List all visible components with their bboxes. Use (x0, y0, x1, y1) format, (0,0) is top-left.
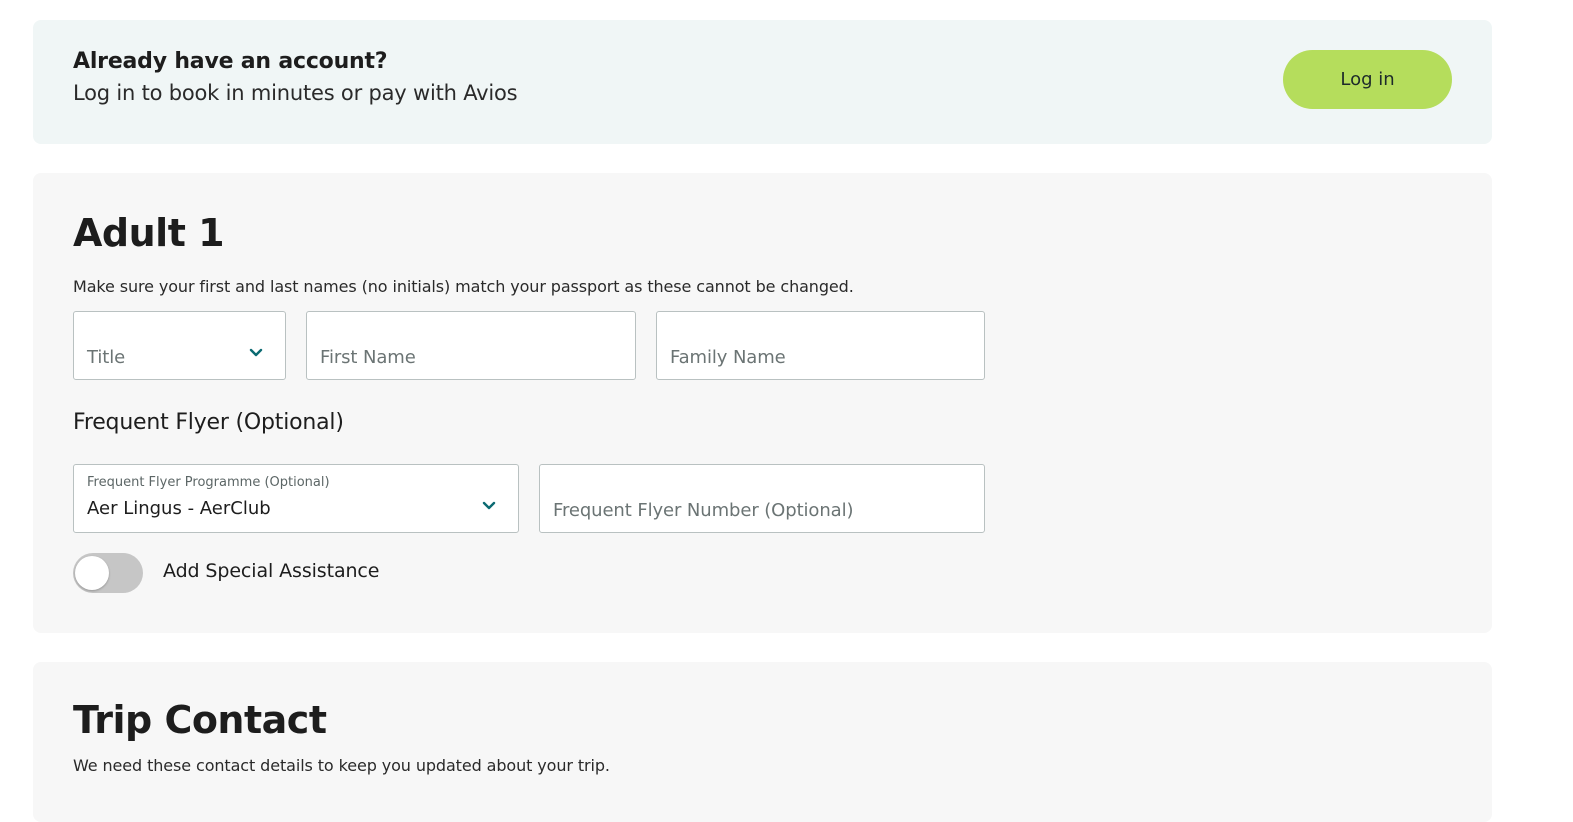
passport-name-note: Make sure your first and last names (no … (73, 277, 854, 296)
toggle-knob (75, 556, 109, 590)
adult-passenger-card: Adult 1 Make sure your first and last na… (33, 173, 1492, 633)
title-select[interactable]: Title (73, 311, 286, 380)
frequent-flyer-number-placeholder: Frequent Flyer Number (Optional) (553, 500, 854, 521)
first-name-placeholder: First Name (320, 347, 416, 368)
first-name-field[interactable]: First Name (306, 311, 636, 380)
title-select-placeholder: Title (87, 347, 126, 368)
adult-title: Adult 1 (73, 211, 225, 255)
frequent-flyer-heading: Frequent Flyer (Optional) (73, 410, 344, 435)
trip-contact-note: We need these contact details to keep yo… (73, 756, 610, 775)
chevron-down-icon (249, 348, 263, 357)
frequent-flyer-programme-select[interactable]: Frequent Flyer Programme (Optional) Aer … (73, 464, 519, 533)
special-assistance-label: Add Special Assistance (163, 560, 380, 582)
frequent-flyer-programme-value: Aer Lingus - AerClub (87, 498, 271, 519)
frequent-flyer-number-field[interactable]: Frequent Flyer Number (Optional) (539, 464, 985, 533)
chevron-down-icon (482, 501, 496, 510)
trip-contact-card: Trip Contact We need these contact detai… (33, 662, 1492, 822)
login-button[interactable]: Log in (1283, 50, 1452, 109)
login-banner: Already have an account? Log in to book … (33, 20, 1492, 144)
login-banner-subtext: Log in to book in minutes or pay with Av… (73, 81, 518, 105)
login-banner-heading: Already have an account? (73, 49, 388, 74)
trip-contact-title: Trip Contact (73, 698, 327, 742)
special-assistance-toggle[interactable] (73, 553, 143, 593)
frequent-flyer-programme-label: Frequent Flyer Programme (Optional) (87, 475, 330, 490)
family-name-placeholder: Family Name (670, 347, 786, 368)
family-name-field[interactable]: Family Name (656, 311, 985, 380)
